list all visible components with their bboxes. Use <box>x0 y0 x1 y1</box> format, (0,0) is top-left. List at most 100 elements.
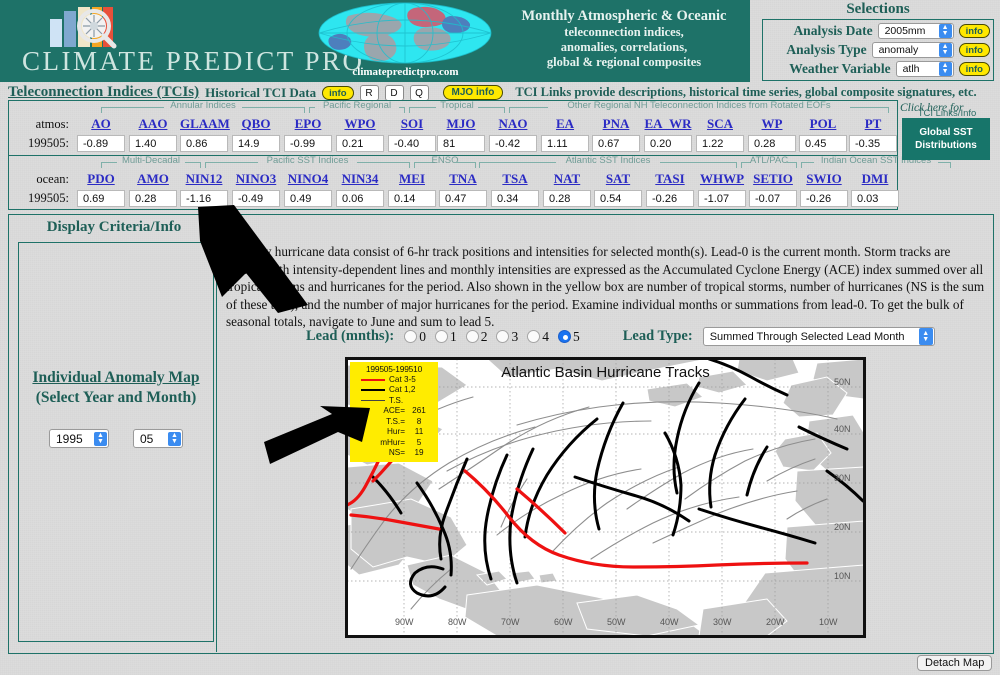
tci-button-r[interactable]: R <box>359 84 379 101</box>
hurricane-track-map[interactable]: 90W 80W 70W 60W 50W 40W 30W 20W 10W 50N … <box>345 357 866 638</box>
atmos-index-link-epo[interactable]: EPO <box>284 116 332 132</box>
tagline-line-2: teleconnection indices, <box>564 25 684 39</box>
sst-button-line-2: Distributions <box>915 140 977 151</box>
atmos-index-link-pol[interactable]: POL <box>799 116 847 132</box>
chevron-updown-icon: ▲ ▼ <box>938 61 952 76</box>
atmos-index-link-wp[interactable]: WP <box>748 116 796 132</box>
legend-item-label: Cat 3-5 <box>389 374 416 384</box>
legend-stat-key: Hur= <box>387 427 405 436</box>
atmos-index-link-nao[interactable]: NAO <box>489 116 537 132</box>
atmos-index-link-ea_wr[interactable]: EA_WR <box>644 116 692 132</box>
chevron-updown-icon: ▲ ▼ <box>168 431 181 446</box>
ocean-index-link-swio[interactable]: SWIO <box>800 171 848 187</box>
detach-map-button[interactable]: Detach Map <box>917 655 993 671</box>
year-select[interactable]: 1995 ▲ ▼ <box>49 429 109 448</box>
ocean-index-link-tna[interactable]: TNA <box>439 171 487 187</box>
ocean-index-link-mei[interactable]: MEI <box>388 171 436 187</box>
display-criteria-title: Display Criteria/Info <box>46 219 182 235</box>
weather-variable-label: Weather Variable <box>789 60 891 76</box>
atmos-index-link-pt[interactable]: PT <box>849 116 897 132</box>
ocean-group-4: ATL/PAC <box>741 155 797 169</box>
month-select[interactable]: 05 ▲ ▼ <box>133 429 183 448</box>
atmos-index-link-ea[interactable]: EA <box>541 116 589 132</box>
atmos-group-label: Other Regional NH Teleconnection Indices… <box>567 100 831 111</box>
atmos-index-link-soi[interactable]: SOI <box>388 116 436 132</box>
weather-variable-info-button[interactable]: info <box>958 61 990 76</box>
analysis-date-value: 2005mm <box>884 24 926 37</box>
atmos-index-link-wpo[interactable]: WPO <box>336 116 384 132</box>
atmos-group-0: Annular Indices <box>101 100 305 114</box>
ocean-index-link-nin12[interactable]: NIN12 <box>180 171 228 187</box>
tci-subtitle: Historical TCI Data <box>205 84 317 100</box>
ocean-index-link-pdo[interactable]: PDO <box>77 171 125 187</box>
tci-button-q[interactable]: Q <box>409 84 429 101</box>
ocean-index-value-whwp: -1.07 <box>698 190 746 207</box>
display-criteria-panel: Display Criteria/Info Individual Anomaly… <box>10 216 218 652</box>
selections-title: Selections <box>846 1 910 17</box>
ocean-index-link-whwp[interactable]: WHWP <box>698 171 746 187</box>
atmos-index-link-aao[interactable]: AAO <box>129 116 177 132</box>
global-sst-distributions-button[interactable]: Global SST Distributions <box>902 118 990 160</box>
ocean-index-link-nat[interactable]: NAT <box>543 171 591 187</box>
analysis-date-info-button[interactable]: info <box>958 23 990 38</box>
lead-radio-0[interactable] <box>404 330 418 343</box>
svg-text:20N: 20N <box>834 522 851 532</box>
atmos-index-link-qbo[interactable]: QBO <box>232 116 280 132</box>
legend-stat-mhur: mHur= 5 <box>353 438 435 449</box>
atmos-index-value-nao: -0.42 <box>489 135 537 152</box>
tci-atmos-date-tag: 199505: <box>28 136 69 150</box>
lead-type-value: Summed Through Selected Lead Month <box>709 330 905 343</box>
weather-variable-select[interactable]: atlh ▲ ▼ <box>895 60 954 77</box>
lead-radio-5[interactable] <box>557 330 571 343</box>
lead-radio-4[interactable] <box>527 330 541 343</box>
analysis-type-info-button[interactable]: info <box>958 42 990 57</box>
ocean-index-link-sat[interactable]: SAT <box>594 171 642 187</box>
lead-radio-label-5: 5 <box>572 328 580 344</box>
tci-info-button[interactable]: info <box>322 85 354 100</box>
year-value: 1995 <box>56 431 83 446</box>
tagline-line-1: Monthly Atmospheric & Oceanic <box>521 8 727 24</box>
atmos-index-value-qbo: 14.9 <box>232 135 280 152</box>
lead-radio-3[interactable] <box>496 330 510 343</box>
legend-stat-value: 5 <box>416 437 422 447</box>
tci-note: TCI Links provide descriptions, historic… <box>515 85 977 99</box>
individual-anomaly-map-line-2: (Select Year and Month) <box>35 389 197 406</box>
tagline-line-4: global & regional composites <box>546 55 702 69</box>
ocean-index-link-nino4[interactable]: NINO4 <box>284 171 332 187</box>
individual-anomaly-map-link[interactable]: Individual Anomaly Map (Select Year and … <box>19 368 213 408</box>
tci-atmos-row-tag: atmos: <box>35 117 69 131</box>
lead-radio-1[interactable] <box>434 330 448 343</box>
ocean-index-value-swio: -0.26 <box>800 190 848 207</box>
ocean-index-link-nin34[interactable]: NIN34 <box>336 171 384 187</box>
legend-stat-value: 8 <box>416 416 422 426</box>
year-month-selectors: 1995 ▲ ▼ 05 ▲ ▼ <box>19 429 213 448</box>
legend-stat-key: NS= <box>388 448 405 457</box>
tci-atmos-value-row: 199505: -0.89 1.40 0.86 14.9 -0.99 0.21 -0.40 8… <box>9 135 897 154</box>
atmos-index-value-pt: -0.35 <box>849 135 897 152</box>
ocean-index-link-setio[interactable]: SETIO <box>749 171 797 187</box>
lead-radio-2[interactable] <box>465 330 479 343</box>
ocean-index-value-nin12: -1.16 <box>180 190 228 207</box>
legend-stat-value: 11 <box>414 427 424 436</box>
analysis-type-select[interactable]: anomaly ▲ ▼ <box>871 41 954 58</box>
atmos-index-link-ao[interactable]: AO <box>77 116 125 132</box>
chevron-updown-icon: ▲ ▼ <box>918 328 933 345</box>
ocean-index-link-amo[interactable]: AMO <box>129 171 177 187</box>
legend-item-label: T.S. <box>389 395 404 405</box>
mjo-info-button[interactable]: MJO info <box>442 85 504 100</box>
tci-ocean-date-tag: 199505: <box>28 191 69 205</box>
atmos-index-value-ea: 1.11 <box>541 135 589 152</box>
atmos-index-link-pna[interactable]: PNA <box>592 116 640 132</box>
ocean-index-value-nin34: 0.06 <box>336 190 384 207</box>
ocean-index-link-dmi[interactable]: DMI <box>851 171 899 187</box>
atmos-index-link-glaam[interactable]: GLAAM <box>180 116 230 132</box>
analysis-date-select[interactable]: 2005mm ▲ ▼ <box>877 22 954 39</box>
tci-button-d[interactable]: D <box>384 84 404 101</box>
ocean-index-link-nino3[interactable]: NINO3 <box>232 171 280 187</box>
lead-type-select[interactable]: Summed Through Selected Lead Month ▲ ▼ <box>702 327 935 346</box>
atmos-index-link-sca[interactable]: SCA <box>696 116 744 132</box>
atmos-index-link-mjo[interactable]: MJO <box>437 116 485 132</box>
lead-radio-group: 0 1 2 3 4 5 <box>404 329 587 345</box>
ocean-index-link-tasi[interactable]: TASI <box>646 171 694 187</box>
ocean-index-link-tsa[interactable]: TSA <box>491 171 539 187</box>
